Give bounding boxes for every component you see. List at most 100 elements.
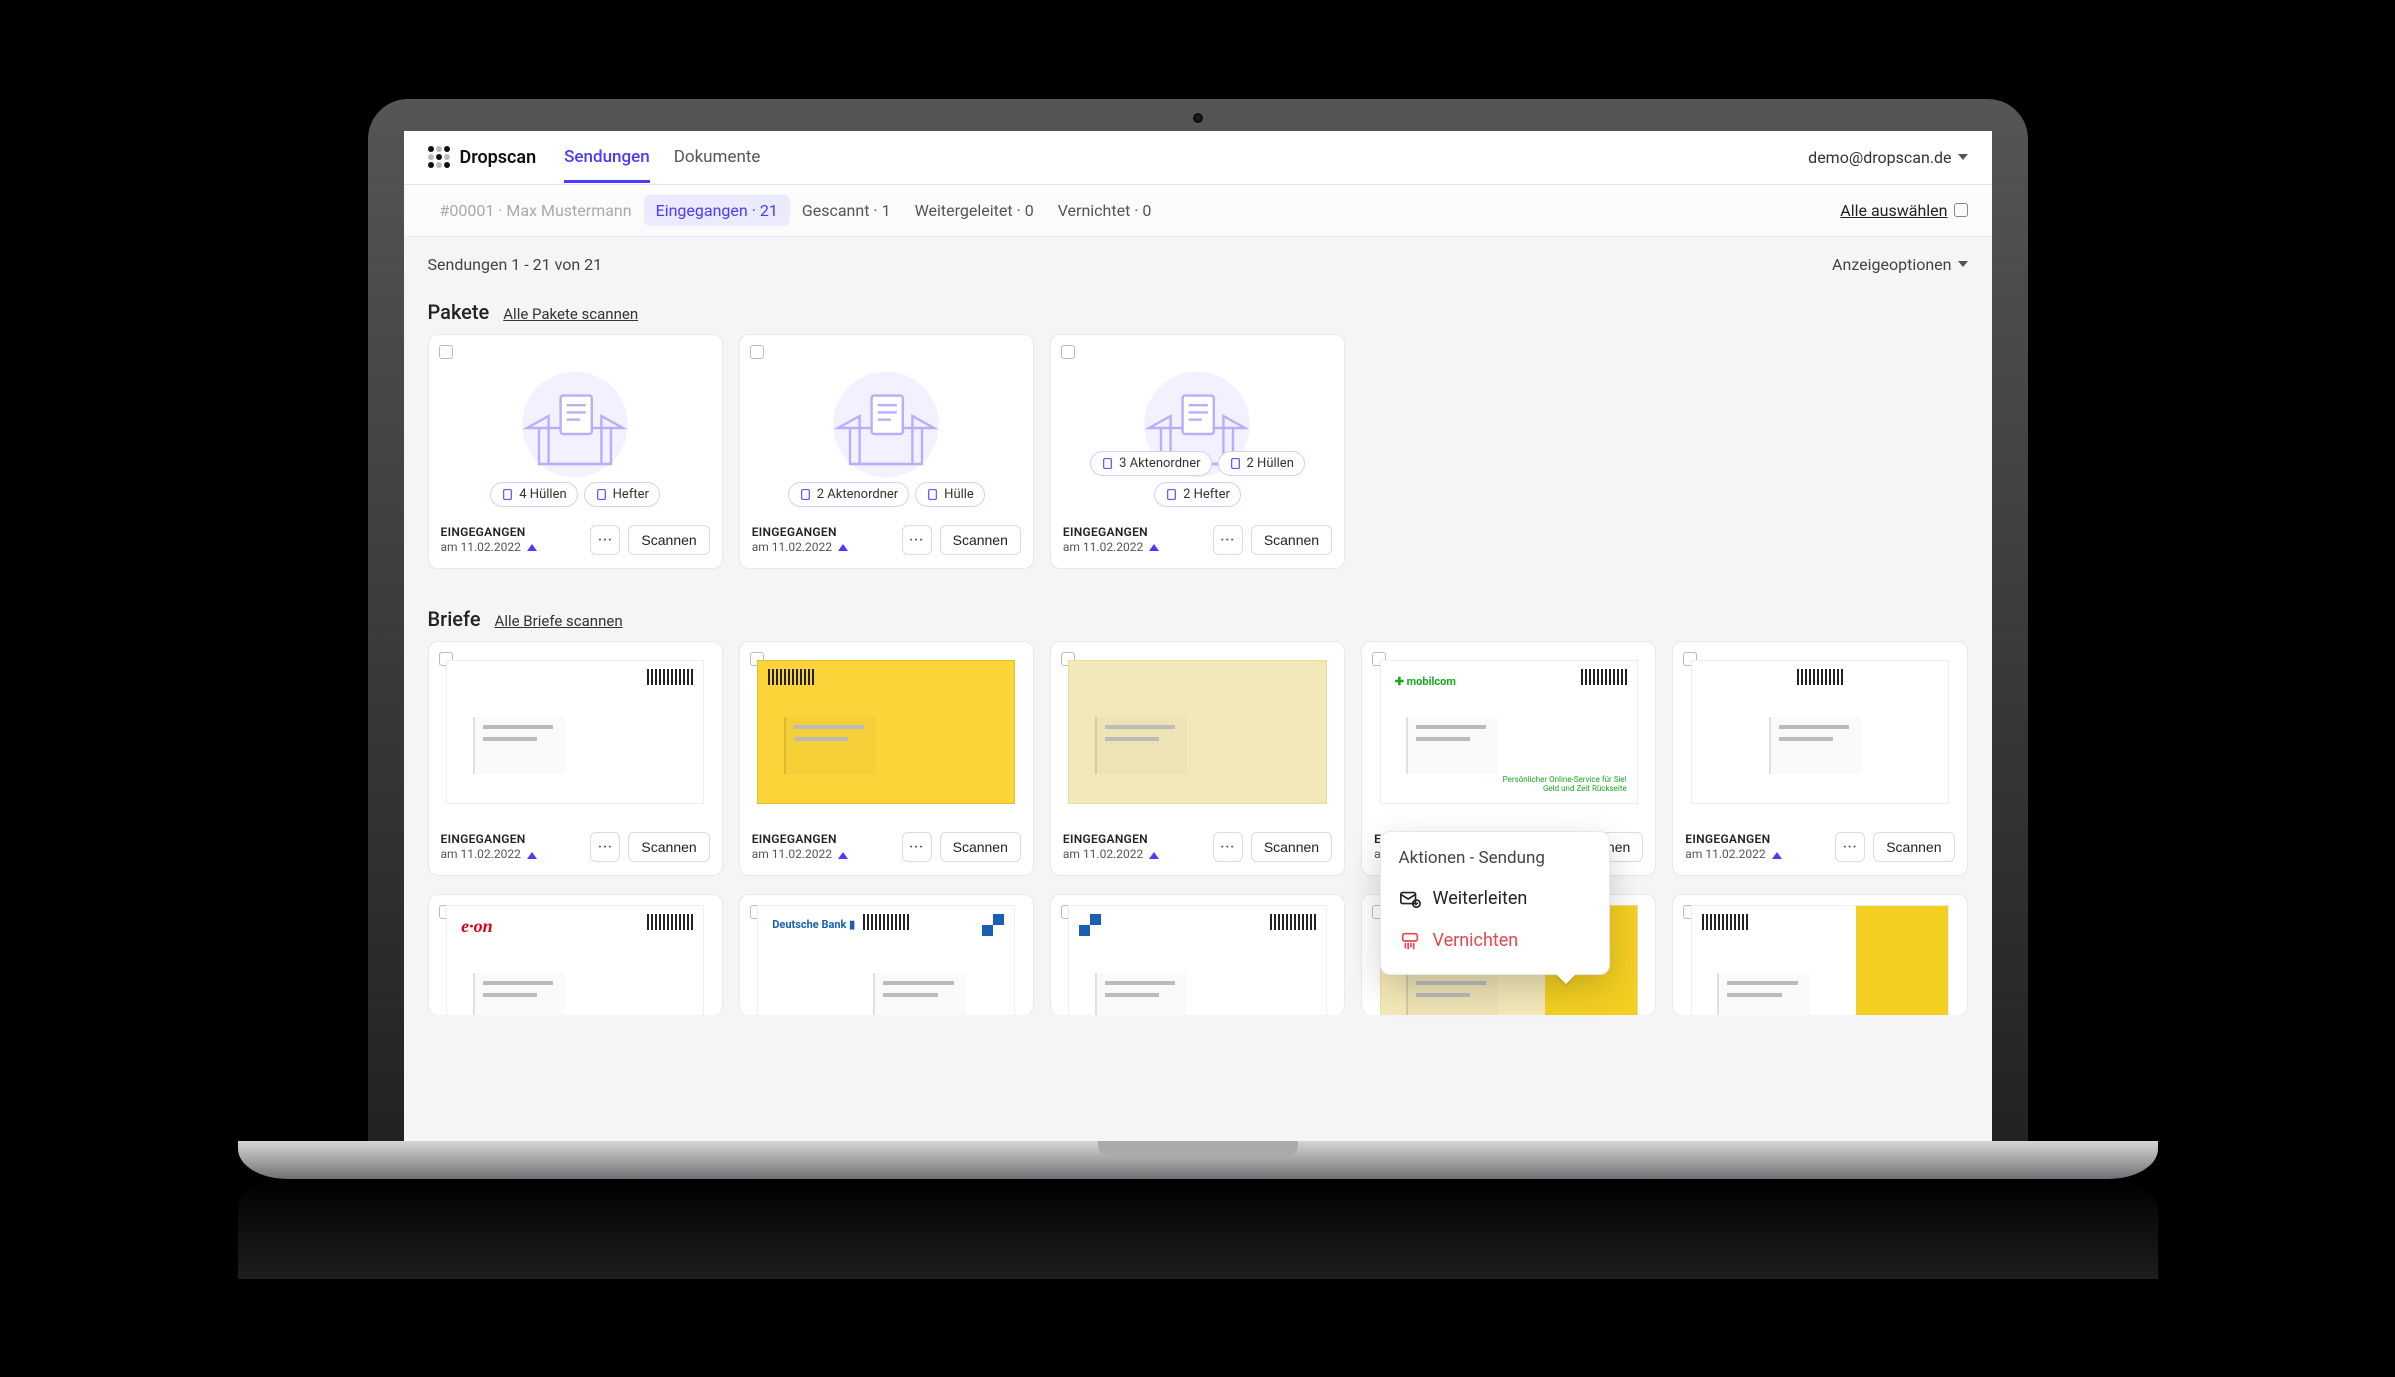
envelope-preview — [429, 642, 722, 822]
package-tag: 2 Aktenordner — [788, 482, 909, 507]
letter-card[interactable] — [1050, 894, 1345, 1015]
card-status: EINGEGANGEN — [752, 832, 848, 848]
shredder-icon — [1399, 930, 1421, 952]
letter-card[interactable] — [1672, 894, 1967, 1015]
card-more-button[interactable]: ··· — [1213, 525, 1243, 555]
card-date: am 11.02.2022 — [441, 847, 521, 863]
package-tag: Hefter — [584, 482, 660, 507]
card-status: EINGEGANGEN — [1063, 832, 1159, 848]
card-more-button[interactable]: ··· — [902, 832, 932, 862]
card-preview: 4 Hüllen Hefter — [429, 335, 722, 515]
package-card[interactable]: 4 Hüllen Hefter EINGEGANGEN am 11.02.202… — [428, 334, 723, 569]
filter-bar: #00001 · Max Mustermann Eingegangen · 21… — [404, 185, 1992, 237]
section-briefe-head: Briefe Alle Briefe scannen — [404, 587, 1992, 641]
triangle-up-icon — [1149, 544, 1159, 551]
letter-card[interactable]: EINGEGANGEN am 11.02.2022 ··· Scannen — [1672, 641, 1967, 876]
section-pakete-head: Pakete Alle Pakete scannen — [404, 280, 1992, 334]
card-scan-button[interactable]: Scannen — [1873, 832, 1954, 862]
card-date: am 11.02.2022 — [1063, 540, 1143, 556]
card-scan-button[interactable]: Scannen — [940, 525, 1021, 555]
brand-logo-icon — [428, 146, 450, 168]
app-screen: Dropscan Sendungen Dokumente demo@dropsc… — [404, 131, 1992, 1141]
popover-destroy[interactable]: Vernichten — [1381, 920, 1609, 962]
triangle-up-icon — [1149, 852, 1159, 859]
envelope-preview: ✚ mobilcomPersönlicher Online-Service fü… — [1362, 642, 1655, 822]
filter-incoming[interactable]: Eingegangen · 21 — [644, 195, 790, 226]
card-more-button[interactable]: ··· — [590, 832, 620, 862]
nav-tab-sendungen[interactable]: Sendungen — [564, 132, 650, 183]
range-label: Sendungen 1 - 21 von 21 — [428, 255, 603, 274]
select-all-label: Alle auswählen — [1840, 201, 1947, 220]
top-nav: Dropscan Sendungen Dokumente demo@dropsc… — [404, 131, 1992, 185]
envelope-preview: e·on — [429, 895, 722, 1015]
triangle-up-icon — [838, 544, 848, 551]
package-tag: 2 Hefter — [1154, 482, 1241, 507]
letter-card[interactable]: EINGEGANGEN am 11.02.2022 ··· Scannen — [739, 641, 1034, 876]
popover-forward-label: Weiterleiten — [1433, 888, 1528, 909]
display-options-label: Anzeigeoptionen — [1832, 255, 1951, 274]
laptop-reflection — [238, 1179, 2158, 1279]
nav-tab-dokumente[interactable]: Dokumente — [674, 132, 761, 183]
card-scan-button[interactable]: Scannen — [1251, 832, 1332, 862]
package-icon — [826, 362, 946, 487]
card-more-button[interactable]: ··· — [1835, 832, 1865, 862]
card-scan-button[interactable]: Scannen — [1251, 525, 1332, 555]
card-date: am 11.02.2022 — [752, 847, 832, 863]
scanbox-crumb[interactable]: #00001 · Max Mustermann — [428, 195, 644, 226]
display-options[interactable]: Anzeigeoptionen — [1832, 255, 1967, 274]
envelope-preview — [740, 642, 1033, 822]
letter-card[interactable]: Deutsche Bank ▮ — [739, 894, 1034, 1015]
card-date: am 11.02.2022 — [441, 540, 521, 556]
triangle-up-icon — [838, 852, 848, 859]
brand-name: Dropscan — [460, 147, 537, 168]
envelope-preview — [1673, 642, 1966, 822]
letter-card[interactable]: EINGEGANGEN am 11.02.2022 ··· Scannen — [1050, 641, 1345, 876]
card-date: am 11.02.2022 — [1063, 847, 1143, 863]
laptop-frame: Dropscan Sendungen Dokumente demo@dropsc… — [368, 99, 2028, 1279]
card-status: EINGEGANGEN — [441, 525, 537, 541]
brand[interactable]: Dropscan — [428, 146, 537, 168]
list-subbar: Sendungen 1 - 21 von 21 Anzeigeoptionen — [404, 237, 1992, 280]
section-briefe-title: Briefe — [428, 607, 481, 631]
package-card[interactable]: 3 Aktenordner 2 Hüllen 2 Hefter EINGEGAN… — [1050, 334, 1345, 569]
packages-grid: 4 Hüllen Hefter EINGEGANGEN am 11.02.202… — [404, 334, 1992, 587]
card-status: EINGEGANGEN — [752, 525, 848, 541]
card-scan-button[interactable]: Scannen — [628, 525, 709, 555]
card-status: EINGEGANGEN — [441, 832, 537, 848]
scan-all-pakete-link[interactable]: Alle Pakete scannen — [503, 305, 638, 323]
package-tag: 3 Aktenordner — [1090, 451, 1211, 476]
section-pakete-title: Pakete — [428, 300, 490, 324]
card-more-button[interactable]: ··· — [902, 525, 932, 555]
letters-grid-row1: EINGEGANGEN am 11.02.2022 ··· Scannen — [404, 641, 1992, 894]
letters-grid-row2: e·on Deutsche Bank ▮ — [404, 894, 1992, 1033]
card-more-button[interactable]: ··· — [590, 525, 620, 555]
package-card[interactable]: 2 Aktenordner Hülle EINGEGANGEN am 11.02… — [739, 334, 1034, 569]
user-menu[interactable]: demo@dropscan.de — [1808, 148, 1967, 167]
camera-dot — [1193, 113, 1203, 123]
user-email: demo@dropscan.de — [1808, 148, 1951, 167]
envelope-preview — [1051, 895, 1344, 1015]
laptop-base — [238, 1141, 2158, 1179]
filter-forwarded[interactable]: Weitergeleitet · 0 — [903, 195, 1046, 226]
popover-forward[interactable]: Weiterleiten — [1381, 878, 1609, 920]
select-all[interactable]: Alle auswählen — [1840, 201, 1967, 220]
letter-card[interactable]: EINGEGANGEN am 11.02.2022 ··· Scannen — [428, 641, 723, 876]
scan-all-briefe-link[interactable]: Alle Briefe scannen — [495, 612, 623, 630]
envelope-preview: Deutsche Bank ▮ — [740, 895, 1033, 1015]
caret-down-icon — [1958, 154, 1968, 160]
filter-scanned[interactable]: Gescannt · 1 — [790, 195, 903, 226]
letter-card[interactable]: e·on — [428, 894, 723, 1015]
nav-tabs: Sendungen Dokumente — [564, 132, 760, 183]
checkbox-icon — [1954, 203, 1968, 217]
popover-title: Aktionen - Sendung — [1381, 844, 1609, 878]
envelope-preview — [1051, 642, 1344, 822]
card-scan-button[interactable]: Scannen — [940, 832, 1021, 862]
card-scan-button[interactable]: Scannen — [628, 832, 709, 862]
package-icon — [515, 362, 635, 487]
card-status: EINGEGANGEN — [1685, 832, 1781, 848]
card-status: EINGEGANGEN — [1063, 525, 1159, 541]
filter-destroyed[interactable]: Vernichtet · 0 — [1046, 195, 1164, 226]
package-tag: 2 Hüllen — [1218, 451, 1305, 476]
card-more-button[interactable]: ··· — [1213, 832, 1243, 862]
triangle-up-icon — [1772, 852, 1782, 859]
